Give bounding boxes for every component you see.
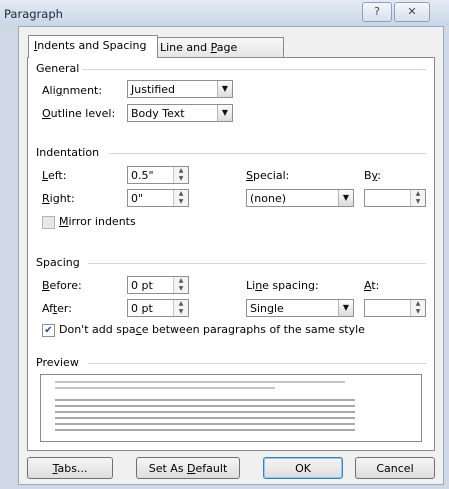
spin-up-icon[interactable]: ▲ — [411, 300, 425, 308]
checkmark-icon: ✔ — [44, 325, 53, 336]
spin-down-icon[interactable]: ▼ — [174, 285, 188, 293]
paragraph-preview — [40, 374, 422, 442]
spin-down-icon[interactable]: ▼ — [411, 308, 425, 316]
preview-previous-line — [55, 381, 345, 383]
set-as-default-button[interactable]: Set As Default — [136, 457, 240, 479]
chevron-down-icon[interactable]: ▼ — [217, 105, 232, 121]
spin-up-icon[interactable]: ▲ — [174, 277, 188, 285]
mirror-indents-label: Mirror indents — [59, 215, 136, 228]
chevron-down-icon[interactable]: ▼ — [338, 190, 353, 206]
ok-button[interactable]: OK — [263, 457, 343, 479]
preview-sample-line — [55, 423, 355, 425]
at-spinner[interactable]: ▲ ▼ — [410, 300, 425, 316]
tabs-button[interactable]: Tabs... — [27, 457, 113, 479]
before-spacing-spinner[interactable]: ▲ ▼ — [173, 277, 188, 293]
before-spacing-input[interactable]: 0 pt ▲ ▼ — [127, 276, 189, 294]
preview-heading: Preview — [36, 356, 79, 369]
by-label: By: — [364, 169, 381, 182]
left-indent-input[interactable]: 0.5" ▲ ▼ — [127, 166, 189, 184]
outline-level-dropdown[interactable]: Body Text ▼ — [127, 104, 233, 122]
after-spacing-input[interactable]: 0 pt ▲ ▼ — [127, 299, 189, 317]
at-input[interactable]: ▲ ▼ — [364, 299, 426, 317]
preview-sample-line — [55, 417, 355, 419]
tab-line-and-page-breaks[interactable]: Line and Page Breaks — [154, 37, 284, 73]
spacing-divider — [88, 263, 426, 264]
special-label: Special: — [246, 169, 290, 182]
spacing-heading: Spacing — [36, 256, 80, 269]
dont-add-space-label: Don't add space between paragraphs of th… — [59, 323, 365, 336]
chevron-down-icon[interactable]: ▼ — [217, 81, 232, 97]
left-indent-spinner[interactable]: ▲ ▼ — [173, 167, 188, 183]
right-indent-value: 0" — [131, 192, 144, 205]
spin-up-icon[interactable]: ▲ — [174, 167, 188, 175]
at-label: At: — [364, 279, 380, 292]
preview-sample-line — [55, 399, 355, 401]
left-indent-value: 0.5" — [131, 169, 154, 182]
special-value: (none) — [250, 192, 287, 205]
after-spacing-value: 0 pt — [131, 302, 153, 315]
alignment-dropdown[interactable]: Justified ▼ — [127, 80, 233, 98]
preview-previous-line — [55, 387, 275, 389]
close-button[interactable]: ✕ — [394, 2, 430, 22]
dont-add-space-checkbox[interactable]: ✔ — [42, 324, 55, 337]
spin-up-icon[interactable]: ▲ — [174, 190, 188, 198]
preview-sample-line — [55, 411, 355, 413]
title-bar: Paragraph ? ✕ — [0, 0, 449, 26]
alignment-value: Justified — [131, 83, 175, 96]
alignment-label: Alignment: — [42, 84, 103, 97]
help-button[interactable]: ? — [362, 2, 392, 22]
dialog-title: Paragraph — [4, 7, 63, 21]
chevron-down-icon[interactable]: ▼ — [338, 300, 353, 316]
spin-down-icon[interactable]: ▼ — [174, 198, 188, 206]
line-spacing-dropdown[interactable]: Single ▼ — [246, 299, 354, 317]
spin-up-icon[interactable]: ▲ — [174, 300, 188, 308]
spin-down-icon[interactable]: ▼ — [411, 198, 425, 206]
by-input[interactable]: ▲ ▼ — [364, 189, 426, 207]
before-label: Before: — [42, 279, 82, 292]
close-icon: ✕ — [407, 5, 417, 18]
preview-divider — [88, 363, 426, 364]
by-spinner[interactable]: ▲ ▼ — [410, 190, 425, 206]
help-icon: ? — [374, 5, 380, 18]
after-label: After: — [42, 302, 72, 315]
mirror-indents-checkbox[interactable] — [42, 216, 55, 229]
spin-down-icon[interactable]: ▼ — [174, 175, 188, 183]
right-indent-spinner[interactable]: ▲ ▼ — [173, 190, 188, 206]
line-spacing-value: Single — [250, 302, 284, 315]
left-indent-label: Left: — [42, 169, 67, 182]
spin-up-icon[interactable]: ▲ — [411, 190, 425, 198]
line-spacing-label: Line spacing: — [246, 279, 319, 292]
tab-indents-and-spacing[interactable]: Indents and Spacing — [28, 35, 158, 58]
outline-level-label: Outline level: — [42, 107, 116, 120]
indentation-heading: Indentation — [36, 146, 100, 159]
tab-panel: General Alignment: Justified ▼ Outline l… — [27, 57, 435, 451]
right-indent-input[interactable]: 0" ▲ ▼ — [127, 189, 189, 207]
cancel-button[interactable]: Cancel — [355, 457, 435, 479]
outline-level-value: Body Text — [131, 107, 185, 120]
indentation-divider — [108, 153, 426, 154]
general-divider — [82, 69, 426, 70]
dialog-body: Indents and Spacing Line and Page Breaks… — [18, 26, 444, 485]
preview-sample-line — [55, 429, 355, 431]
general-heading: General — [36, 62, 80, 75]
after-spacing-spinner[interactable]: ▲ ▼ — [173, 300, 188, 316]
preview-sample-line — [55, 405, 355, 407]
before-spacing-value: 0 pt — [131, 279, 153, 292]
special-dropdown[interactable]: (none) ▼ — [246, 189, 354, 207]
right-indent-label: Right: — [42, 192, 75, 205]
spin-down-icon[interactable]: ▼ — [174, 308, 188, 316]
